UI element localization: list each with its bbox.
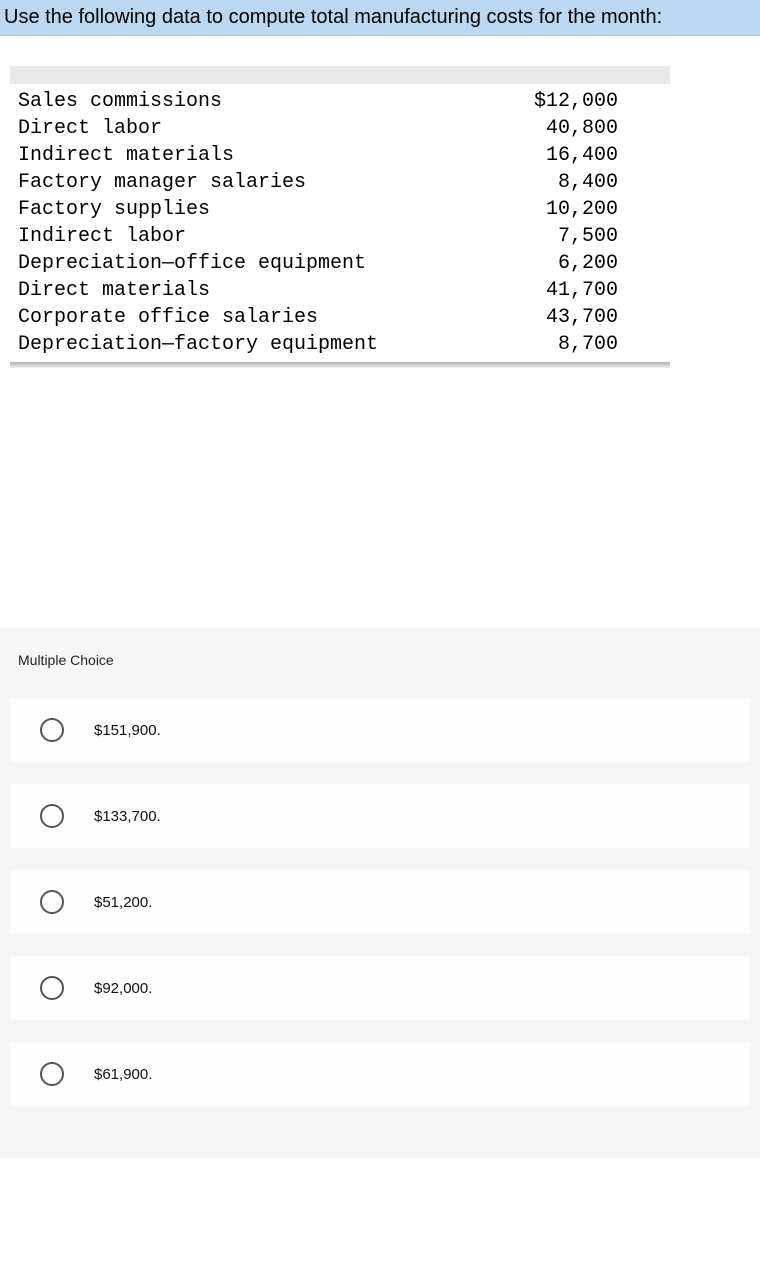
table-row: Factory manager salaries 8,400 <box>18 169 660 196</box>
choice-label: $61,900. <box>94 1066 152 1083</box>
row-label: Factory supplies <box>18 196 458 223</box>
spacer <box>0 368 760 628</box>
row-value: 43,700 <box>458 304 618 331</box>
choice-option[interactable]: $61,900. <box>10 1042 750 1106</box>
row-label: Indirect materials <box>18 142 458 169</box>
radio-icon[interactable] <box>40 1062 64 1086</box>
row-value: 6,200 <box>458 250 618 277</box>
data-table: Sales commissions $12,000 Direct labor 4… <box>0 84 660 362</box>
row-label: Depreciation—office equipment <box>18 250 458 277</box>
choice-option[interactable]: $133,700. <box>10 784 750 848</box>
radio-icon[interactable] <box>40 718 64 742</box>
table-row: Indirect materials 16,400 <box>18 142 660 169</box>
row-label: Corporate office salaries <box>18 304 458 331</box>
table-row: Corporate office salaries 43,700 <box>18 304 660 331</box>
row-label: Sales commissions <box>18 88 458 115</box>
row-value: 40,800 <box>458 115 618 142</box>
table-row: Direct labor 40,800 <box>18 115 660 142</box>
table-row: Depreciation—factory equipment 8,700 <box>18 331 660 358</box>
choice-label: $151,900. <box>94 722 161 739</box>
table-row: Depreciation—office equipment 6,200 <box>18 250 660 277</box>
row-value: 16,400 <box>458 142 618 169</box>
table-row: Direct materials 41,700 <box>18 277 660 304</box>
row-value: 41,700 <box>458 277 618 304</box>
radio-icon[interactable] <box>40 976 64 1000</box>
row-label: Direct materials <box>18 277 458 304</box>
data-section: Sales commissions $12,000 Direct labor 4… <box>0 66 760 368</box>
multiple-choice-section: Multiple Choice $151,900. $133,700. $51,… <box>0 628 760 1158</box>
question-prompt: Use the following data to compute total … <box>0 0 760 36</box>
choice-option[interactable]: $151,900. <box>10 698 750 762</box>
row-label: Direct labor <box>18 115 458 142</box>
row-value: 10,200 <box>458 196 618 223</box>
row-label: Indirect labor <box>18 223 458 250</box>
table-row: Sales commissions $12,000 <box>18 88 660 115</box>
row-label: Factory manager salaries <box>18 169 458 196</box>
choice-option[interactable]: $92,000. <box>10 956 750 1020</box>
table-header-bar <box>10 66 670 84</box>
choice-option[interactable]: $51,200. <box>10 870 750 934</box>
table-row: Indirect labor 7,500 <box>18 223 660 250</box>
mc-heading: Multiple Choice <box>0 652 760 668</box>
row-value: 8,400 <box>458 169 618 196</box>
radio-icon[interactable] <box>40 890 64 914</box>
row-value: $12,000 <box>458 88 618 115</box>
radio-icon[interactable] <box>40 804 64 828</box>
choice-label: $133,700. <box>94 808 161 825</box>
row-label: Depreciation—factory equipment <box>18 331 458 358</box>
choice-label: $51,200. <box>94 894 152 911</box>
row-value: 7,500 <box>458 223 618 250</box>
table-row: Factory supplies 10,200 <box>18 196 660 223</box>
choice-label: $92,000. <box>94 980 152 997</box>
row-value: 8,700 <box>458 331 618 358</box>
